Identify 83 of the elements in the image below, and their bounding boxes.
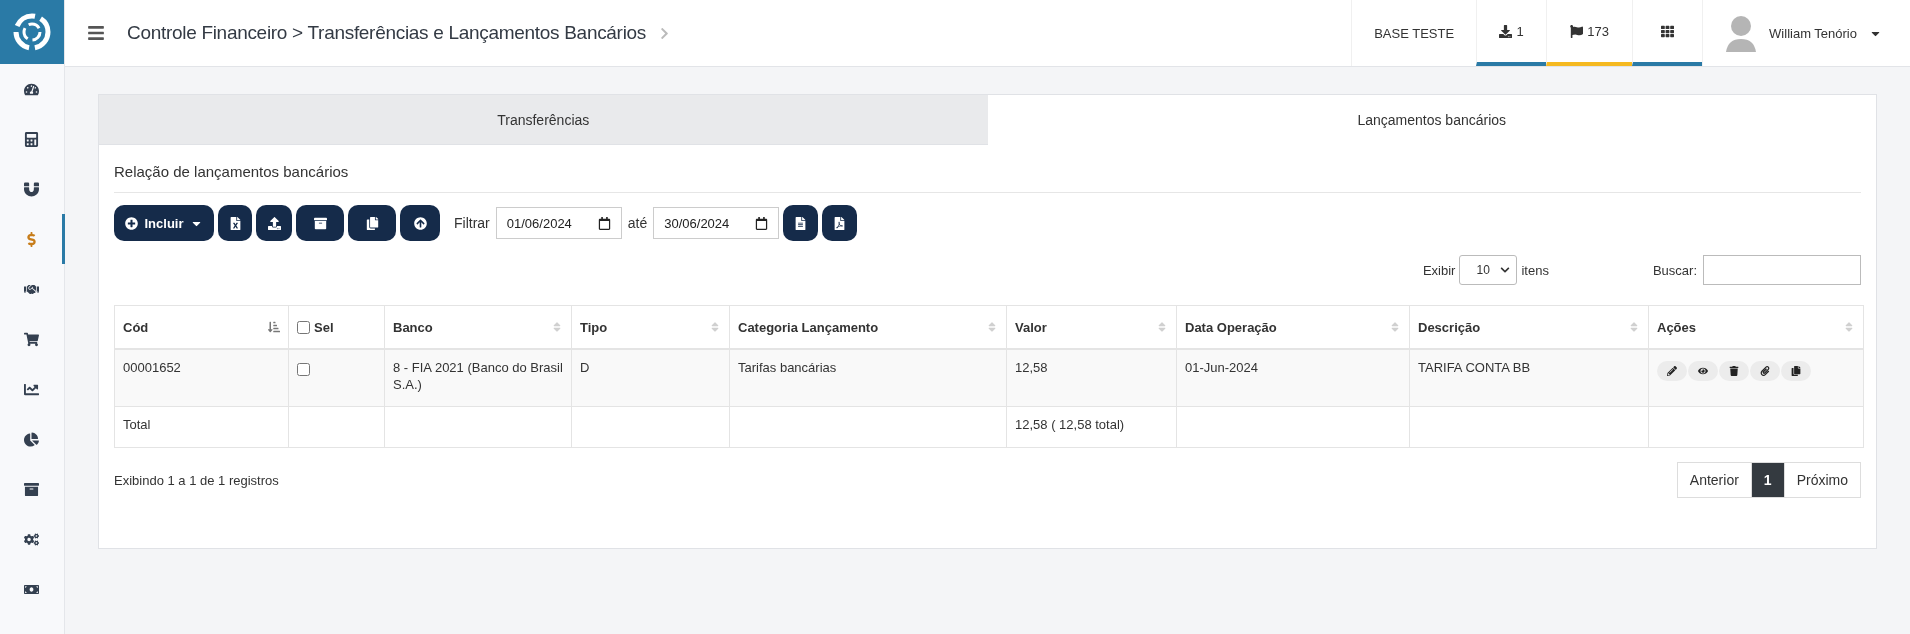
column-label: Tipo (580, 319, 608, 335)
excel-button[interactable] (218, 205, 252, 241)
chevron-down-icon (1500, 265, 1511, 275)
calculator-icon (23, 131, 39, 147)
tab[interactable]: Transferências (99, 95, 988, 145)
pie-chart-icon (23, 431, 39, 447)
header-badge[interactable] (1632, 0, 1703, 66)
records-info: Exibindo 1 a 1 de 1 registros (114, 472, 279, 488)
search-field[interactable] (1703, 255, 1861, 285)
include-button[interactable]: Incluir (114, 205, 214, 241)
pdf-file-icon (833, 216, 847, 230)
dashboard-icon (23, 81, 39, 97)
line-chart-icon (23, 381, 39, 397)
page-button[interactable]: Próximo (1783, 462, 1861, 498)
table-cell: 12,58 (1006, 349, 1177, 407)
pdf-button[interactable] (822, 205, 858, 241)
column-label: Valor (1015, 319, 1047, 335)
header-badge[interactable]: 173 (1546, 0, 1633, 66)
download-icon (1499, 24, 1513, 38)
table-cell: 01-Jun-2024 (1176, 349, 1410, 407)
page-button[interactable]: 1 (1750, 462, 1785, 498)
calendar-icon (755, 216, 769, 230)
column-label: Ações (1657, 319, 1697, 335)
table-cell: D (571, 349, 730, 407)
table-cell: 00001652 (114, 349, 289, 407)
table-cell: Tarifas bancárias (729, 349, 1007, 407)
pencil-icon (1667, 366, 1677, 376)
show-label: Exibir (1422, 262, 1456, 278)
gears-icon (23, 531, 39, 547)
flag-icon (1570, 24, 1584, 38)
date-field[interactable]: 01/06/2024 (495, 207, 622, 239)
menu-icon[interactable] (87, 24, 105, 42)
plus-icon (125, 216, 139, 230)
grid-icon (1661, 24, 1675, 38)
copy-icon (365, 216, 379, 230)
document-icon (794, 216, 808, 230)
items-label: itens (1521, 262, 1549, 278)
column-label: Cód (123, 319, 149, 335)
column-label: Descrição (1418, 319, 1481, 335)
copy-button[interactable] (1781, 361, 1811, 381)
breadcrumb: Controle Financeiro > Transferências e Lançamentos Bancários (127, 22, 647, 44)
calendar-icon (597, 216, 611, 230)
spreadsheet-icon (228, 216, 242, 230)
edit-button[interactable] (1657, 361, 1687, 381)
cart-icon (23, 331, 39, 347)
copy-icon (1791, 366, 1801, 376)
export-button[interactable] (783, 205, 819, 241)
avatar-icon (1725, 14, 1758, 52)
magnet-icon (23, 181, 39, 197)
header-badge[interactable]: 1 (1476, 0, 1547, 66)
row-checkbox[interactable] (297, 363, 310, 376)
table-cell: 8 - FIA 2021 (Banco do Brasil S.A.) (384, 349, 572, 407)
section-title: Relação de lançamentos bancários (114, 145, 1861, 193)
filter-label: Filtrar (454, 215, 490, 231)
eye-icon (1698, 366, 1708, 376)
archive-box-icon (23, 481, 39, 497)
trash-icon (1729, 366, 1739, 376)
user-menu[interactable]: William Tenório (1702, 0, 1910, 66)
database-label: BASE TESTE (1351, 0, 1477, 66)
select-all-checkbox[interactable] (297, 320, 310, 334)
column-label: Banco (393, 319, 433, 335)
column-label: Categoria Lançamento (738, 319, 879, 335)
page-button[interactable]: Anterior (1676, 462, 1752, 498)
column-label: Sel (314, 319, 334, 335)
attach-button[interactable] (1750, 361, 1780, 381)
until-label: até (627, 215, 648, 231)
paperclip-icon (1760, 366, 1770, 376)
upload-circle-button[interactable] (400, 205, 440, 241)
delete-button[interactable] (1719, 361, 1749, 381)
archive-box-icon (313, 216, 327, 230)
logo-icon (12, 12, 52, 52)
copy-button[interactable] (348, 205, 396, 241)
table-cell: Total (114, 406, 289, 448)
date-field[interactable]: 30/06/2024 (653, 207, 780, 239)
page-size-select[interactable]: 10 (1459, 255, 1518, 285)
column-label: Data Operação (1185, 319, 1277, 335)
upload-button[interactable] (256, 205, 292, 241)
search-label: Buscar: (1652, 262, 1697, 278)
table-cell: TARIFA CONTA BB (1409, 349, 1649, 407)
upload-icon (267, 216, 281, 230)
archive-button[interactable] (296, 205, 344, 241)
view-button[interactable] (1688, 361, 1718, 381)
table-cell: 12,58 ( 12,58 total) (1006, 406, 1177, 448)
